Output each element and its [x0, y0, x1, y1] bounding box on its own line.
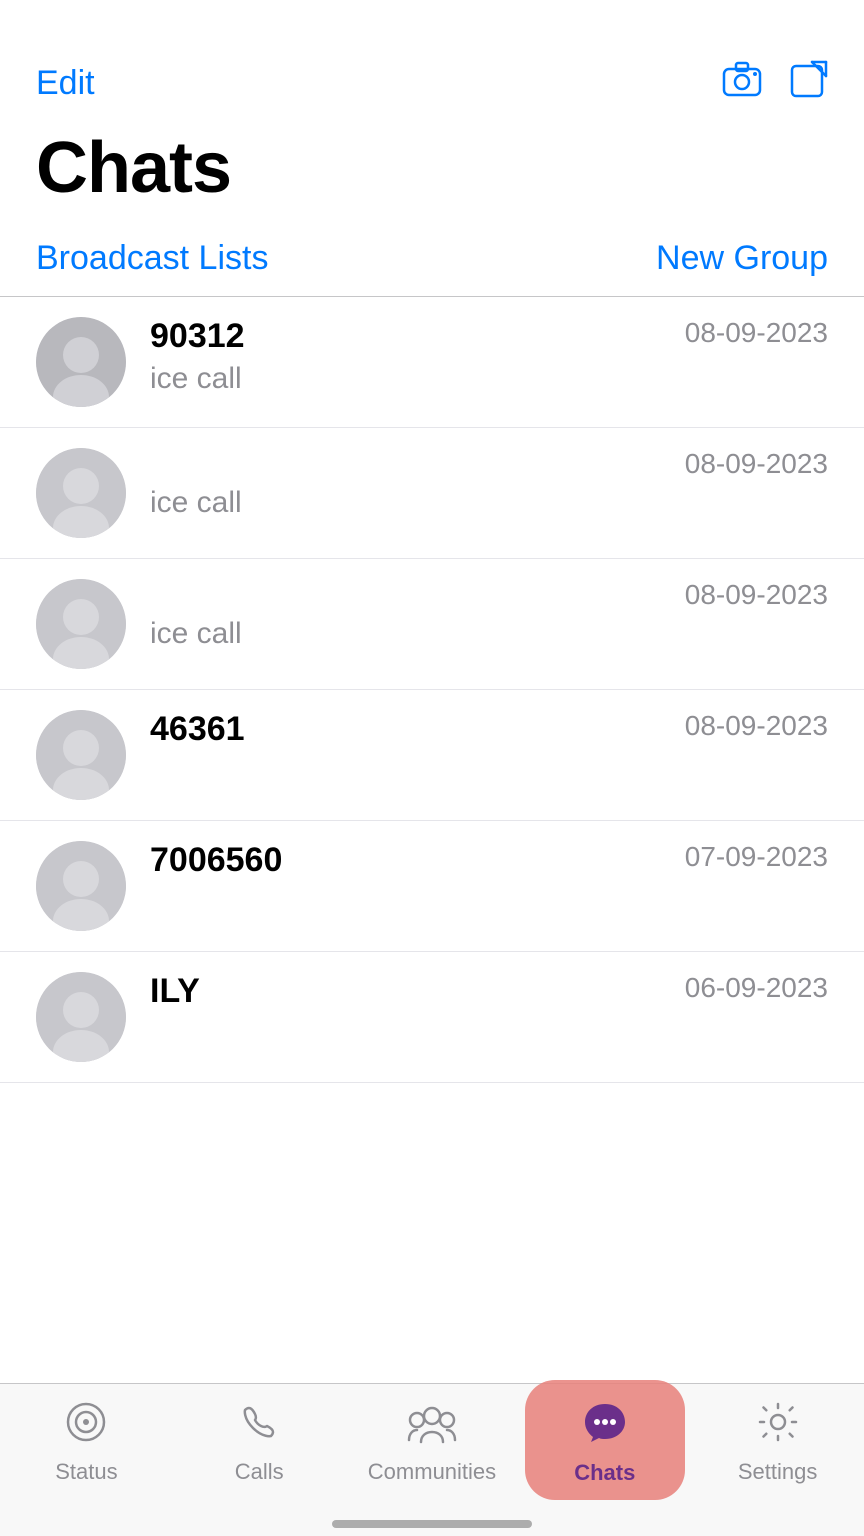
- chat-name: 46361: [150, 710, 245, 749]
- tab-item-chats[interactable]: Chats: [518, 1400, 691, 1486]
- chat-content: 08-09-2023 ice call: [150, 448, 828, 520]
- tab-item-calls[interactable]: Calls: [173, 1400, 346, 1485]
- chat-message: ice call: [150, 617, 828, 651]
- avatar: [36, 972, 126, 1062]
- chat-time: 07-09-2023: [685, 841, 828, 873]
- tab-bar: Status Calls Communities: [0, 1383, 864, 1536]
- chat-name: ILY: [150, 972, 200, 1011]
- calls-icon: [237, 1400, 281, 1451]
- chat-time: 08-09-2023: [685, 317, 828, 349]
- avatar: [36, 710, 126, 800]
- tab-item-status[interactable]: Status: [0, 1400, 173, 1485]
- edit-button[interactable]: Edit: [36, 64, 95, 103]
- settings-icon: [756, 1400, 800, 1451]
- chat-message: ice call: [150, 362, 828, 396]
- chat-item[interactable]: ILY 06-09-2023: [0, 952, 864, 1083]
- status-icon: [64, 1400, 108, 1451]
- camera-icon[interactable]: [722, 61, 762, 106]
- header-icons: [722, 60, 828, 107]
- header: Edit: [0, 0, 864, 117]
- chat-time: 08-09-2023: [685, 710, 828, 742]
- chat-item[interactable]: 08-09-2023 ice call: [0, 428, 864, 559]
- tab-item-communities[interactable]: Communities: [346, 1400, 519, 1485]
- chat-name: 7006560: [150, 841, 282, 880]
- avatar: [36, 317, 126, 407]
- new-group-button[interactable]: New Group: [656, 239, 828, 278]
- chat-name: 90312: [150, 317, 245, 356]
- chat-message: ice call: [150, 486, 828, 520]
- settings-label: Settings: [738, 1459, 818, 1485]
- chat-content: ILY 06-09-2023: [150, 972, 828, 1017]
- avatar: [36, 448, 126, 538]
- actions-row: Broadcast Lists New Group: [0, 229, 864, 297]
- chat-list: 90312 08-09-2023 ice call 08-09-2023 ice…: [0, 297, 864, 1083]
- communities-icon: [407, 1400, 457, 1451]
- avatar: [36, 841, 126, 931]
- chat-time: 06-09-2023: [685, 972, 828, 1004]
- chat-item[interactable]: 90312 08-09-2023 ice call: [0, 297, 864, 428]
- compose-icon[interactable]: [790, 60, 828, 107]
- chat-content: 90312 08-09-2023 ice call: [150, 317, 828, 396]
- chat-content: 46361 08-09-2023: [150, 710, 828, 755]
- tab-item-settings[interactable]: Settings: [691, 1400, 864, 1485]
- chat-content: 08-09-2023 ice call: [150, 579, 828, 651]
- chat-content: 7006560 07-09-2023: [150, 841, 828, 886]
- broadcast-lists-button[interactable]: Broadcast Lists: [36, 239, 268, 278]
- chats-label: Chats: [574, 1460, 635, 1486]
- chat-item[interactable]: 46361 08-09-2023: [0, 690, 864, 821]
- page-title: Chats: [0, 117, 864, 229]
- chats-icon: [581, 1400, 629, 1452]
- communities-label: Communities: [368, 1459, 496, 1485]
- chat-item[interactable]: 7006560 07-09-2023: [0, 821, 864, 952]
- avatar: [36, 579, 126, 669]
- status-label: Status: [55, 1459, 117, 1485]
- home-indicator: [332, 1520, 532, 1528]
- calls-label: Calls: [235, 1459, 284, 1485]
- chat-time: 08-09-2023: [685, 448, 828, 480]
- chat-item[interactable]: 08-09-2023 ice call: [0, 559, 864, 690]
- chat-time: 08-09-2023: [685, 579, 828, 611]
